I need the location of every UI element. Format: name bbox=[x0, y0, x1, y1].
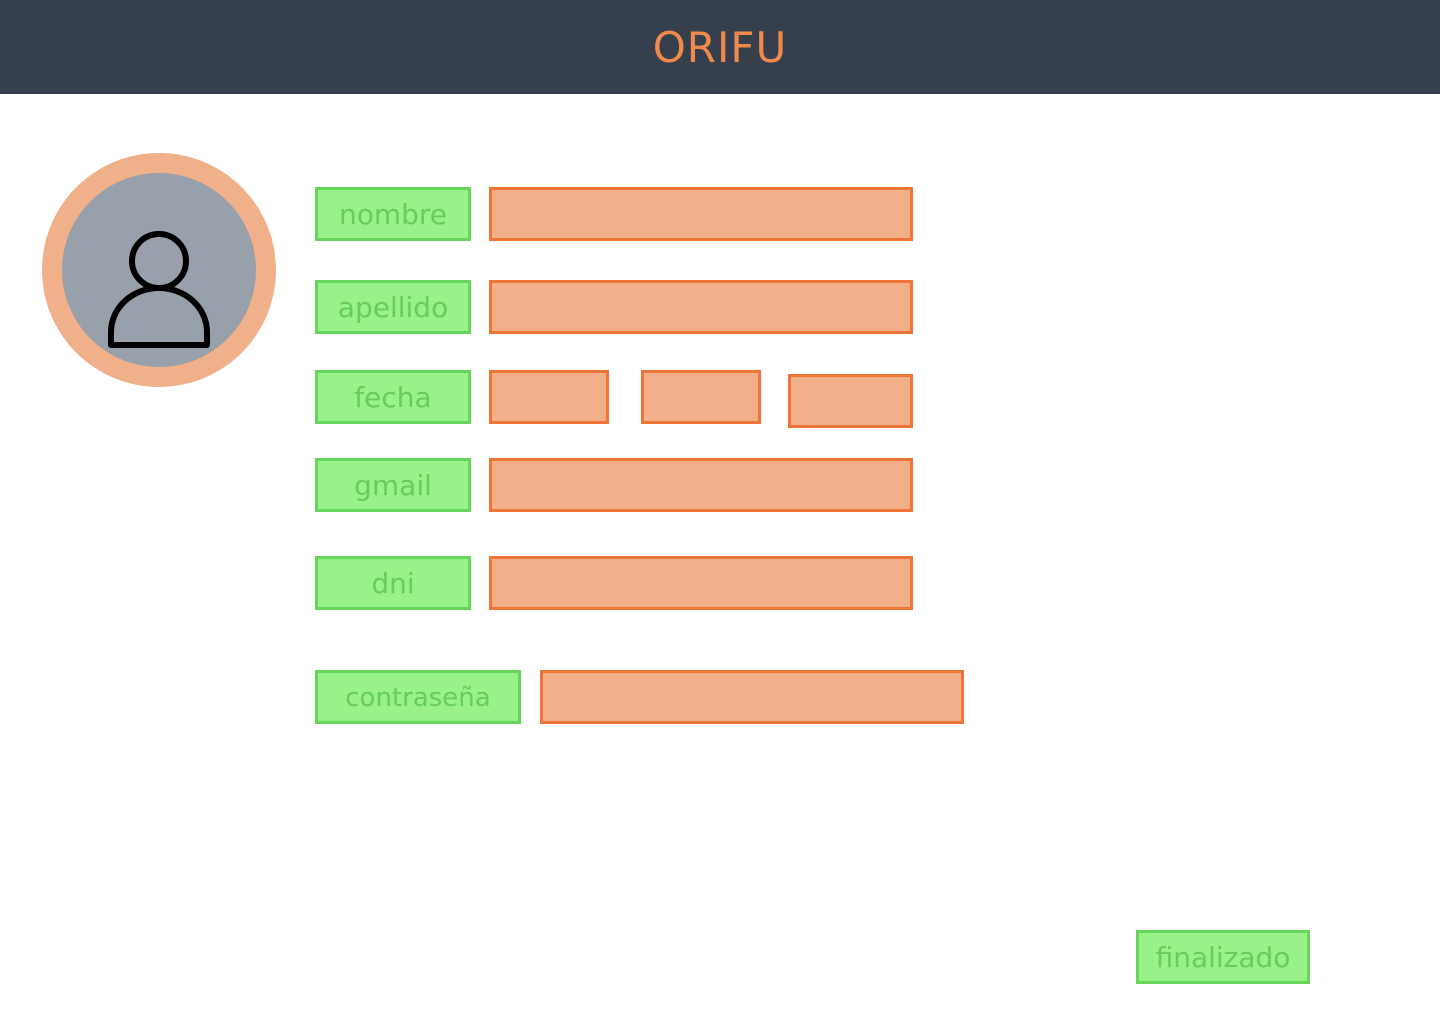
fecha-year-input[interactable] bbox=[788, 374, 913, 428]
gmail-input[interactable] bbox=[489, 458, 913, 512]
finalizado-button[interactable]: finalizado bbox=[1136, 930, 1310, 984]
apellido-label: apellido bbox=[315, 280, 471, 334]
nombre-label: nombre bbox=[315, 187, 471, 241]
gmail-label: gmail bbox=[315, 458, 471, 512]
dni-input[interactable] bbox=[489, 556, 913, 610]
app-title: ORIFU bbox=[652, 22, 788, 72]
avatar[interactable] bbox=[42, 153, 276, 387]
fecha-label: fecha bbox=[315, 370, 471, 424]
app-header: ORIFU bbox=[0, 0, 1440, 94]
fecha-month-input[interactable] bbox=[641, 370, 761, 424]
contrasena-label: contraseña bbox=[315, 670, 521, 724]
dni-label: dni bbox=[315, 556, 471, 610]
apellido-input[interactable] bbox=[489, 280, 913, 334]
fecha-day-input[interactable] bbox=[489, 370, 609, 424]
avatar-photo bbox=[62, 173, 256, 367]
user-icon bbox=[108, 231, 210, 348]
contrasena-input[interactable] bbox=[540, 670, 964, 724]
nombre-input[interactable] bbox=[489, 187, 913, 241]
